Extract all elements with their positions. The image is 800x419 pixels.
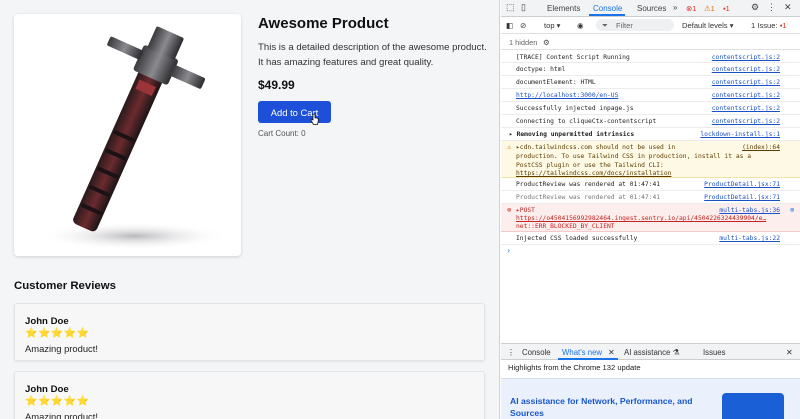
product-price: $49.99	[258, 78, 295, 92]
drawer-active-indicator	[558, 358, 618, 360]
log-source-link[interactable]: multi-tabs.js:36	[719, 206, 780, 215]
drawer-tab-issues[interactable]: Issues	[703, 348, 726, 357]
drawer-tab-whats-new[interactable]: What's new	[562, 348, 602, 357]
settings-gear-icon[interactable]: ⚙	[751, 2, 759, 13]
product-image	[14, 14, 241, 256]
live-expression-eye-icon[interactable]: ◉	[577, 21, 584, 30]
warning-count-badge[interactable]: ⚠1	[704, 4, 715, 13]
console-prompt[interactable]: ›	[507, 246, 510, 255]
review-card: John Doe ⭐⭐⭐⭐⭐ Amazing product!	[14, 303, 485, 361]
more-tabs-icon[interactable]: »	[673, 3, 677, 12]
whats-new-highlights: Highlights from the Chrome 132 update	[508, 363, 641, 372]
rating-stars: ⭐⭐⭐⭐⭐	[25, 396, 90, 407]
log-source-link[interactable]: (index):64	[742, 143, 780, 152]
hand-cursor-icon	[310, 113, 319, 125]
log-url-link[interactable]: http://localhost:3000/en-US	[516, 91, 618, 100]
product-description: This is a detailed description of the aw…	[258, 42, 487, 68]
info-count-badge[interactable]: ▪1	[723, 4, 730, 13]
log-source-link[interactable]: multi-tabs.js:22	[719, 234, 780, 243]
console-log-row: Injected CSS loaded successfully multi-t…	[501, 232, 800, 245]
active-tab-indicator	[589, 14, 625, 16]
more-options-icon[interactable]: ⋮	[767, 2, 776, 13]
reviewer-name: John Doe	[25, 316, 69, 327]
console-error-row: ⊗ ▸POST https://o4504156992982464.ingest…	[501, 204, 800, 232]
console-log-row: http://localhost:3000/en-US contentscrip…	[501, 89, 800, 102]
warning-icon: ⚠	[507, 143, 512, 151]
web-page: Awesome Product This is a detailed descr…	[0, 0, 500, 419]
drawer-close-icon[interactable]: ✕	[786, 348, 793, 357]
tab-elements[interactable]: Elements	[547, 4, 580, 13]
review-text: Amazing product!	[25, 343, 98, 354]
drawer-tabbar: ⋮ Console What's new ✕ AI assistance ⚗ I…	[501, 343, 800, 360]
drawer-tab-console[interactable]: Console	[522, 348, 551, 357]
console-log-row: Connecting to cliqueCtx-contentscript co…	[501, 115, 800, 128]
console-log-row[interactable]: ▸ Removing unpermitted intrinsics lockdo…	[501, 128, 800, 141]
device-toolbar-icon[interactable]: ▯	[521, 2, 526, 13]
issues-link[interactable]: 1 Issue: ▪1	[751, 21, 787, 30]
cart-count: Cart Count: 0	[258, 129, 306, 138]
log-levels-dropdown[interactable]: Default levels ▾	[682, 21, 734, 30]
drawer-tab-ai-assistance[interactable]: AI assistance ⚗	[624, 348, 680, 357]
banner-illustration	[722, 393, 784, 419]
banner-title[interactable]: AI assistance for Network, Performance, …	[510, 395, 710, 419]
drawer-tab-close-icon[interactable]: ✕	[608, 348, 615, 357]
whats-new-banner: AI assistance for Network, Performance, …	[501, 378, 800, 419]
log-source-link[interactable]: contentscript.js:2	[712, 78, 780, 87]
log-source-link[interactable]: contentscript.js:2	[712, 91, 780, 100]
console-warning-row: ⚠ ▸cdn.tailwindcss.com should not be use…	[501, 141, 800, 178]
console-log-row: [TRACE] Content Script Running contentsc…	[501, 51, 800, 63]
clear-console-icon[interactable]: ⊘	[520, 21, 526, 30]
add-to-cart-button[interactable]: Add to Cart	[258, 101, 331, 123]
console-log-row: ProductReview was rendered at 01:47:41 P…	[501, 178, 800, 191]
drawer-menu-icon[interactable]: ⋮	[507, 348, 515, 357]
log-url-link[interactable]: https://tailwindcss.com/docs/installatio…	[516, 169, 671, 178]
console-log-row: Successfully injected inpage.js contents…	[501, 102, 800, 115]
network-request-icon[interactable]: ⊚	[790, 206, 794, 215]
log-source-link[interactable]: contentscript.js:2	[712, 53, 780, 62]
console-log-row: doctype: html contentscript.js:2	[501, 63, 800, 76]
devtools-panel: ⬚ ▯ Elements Console Sources » ⊗1 ⚠1 ▪1 …	[501, 0, 800, 419]
log-source-link[interactable]: ProductDetail.jsx:71	[704, 193, 780, 202]
console-toolbar: ◧ ⊘ top ▾ ◉ ⏷ Filter Default levels ▾ 1 …	[501, 17, 800, 34]
log-source-link[interactable]: contentscript.js:2	[712, 65, 780, 74]
review-text: Amazing product!	[25, 411, 98, 419]
log-source-link[interactable]: contentscript.js:2	[712, 117, 780, 126]
console-settings-icon[interactable]: ⚙	[543, 38, 550, 47]
log-source-link[interactable]: lockdown-install.js:1	[700, 130, 780, 139]
filter-input[interactable]: ⏷ Filter	[596, 19, 674, 31]
console-log-row: ProductReview was rendered at 01:47:41 P…	[501, 191, 800, 204]
product-title: Awesome Product	[258, 15, 389, 32]
reviewer-name: John Doe	[25, 384, 69, 395]
rating-stars: ⭐⭐⭐⭐⭐	[25, 328, 90, 339]
console-log-row: documentElement: HTML contentscript.js:2	[501, 76, 800, 89]
error-count-badge[interactable]: ⊗1	[686, 4, 696, 13]
close-icon[interactable]: ✕	[784, 2, 792, 13]
hidden-messages-row: 1 hidden ⚙	[501, 34, 800, 50]
devtools-tabbar: ⬚ ▯ Elements Console Sources » ⊗1 ⚠1 ▪1 …	[501, 0, 800, 17]
review-card: John Doe ⭐⭐⭐⭐⭐ Amazing product!	[14, 371, 485, 419]
context-selector[interactable]: top ▾	[544, 21, 560, 30]
filter-icon: ⏷	[602, 21, 609, 30]
hidden-count: 1 hidden	[509, 38, 538, 47]
log-source-link[interactable]: contentscript.js:2	[712, 104, 780, 113]
tab-sources[interactable]: Sources	[637, 4, 666, 13]
log-source-link[interactable]: ProductDetail.jsx:71	[704, 180, 780, 189]
error-icon: ⊗	[507, 206, 512, 214]
inspect-element-icon[interactable]: ⬚	[506, 2, 515, 13]
sidebar-toggle-icon[interactable]: ◧	[506, 21, 513, 30]
tab-console[interactable]: Console	[593, 4, 622, 13]
reviews-heading: Customer Reviews	[14, 280, 116, 292]
